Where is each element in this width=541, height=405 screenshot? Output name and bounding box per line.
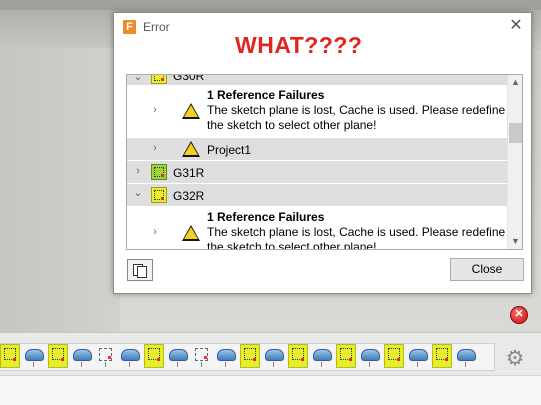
timeline-tick [33,362,34,367]
warning-icon: ! [182,103,200,119]
timeline-sketch-icon[interactable] [288,344,308,368]
gear-icon[interactable]: ⚙ [505,348,525,369]
copy-icon-page [137,266,147,278]
timeline-sketch-icon[interactable] [48,344,68,368]
timeline-tick [81,362,82,367]
warning-icon: ! [182,225,200,241]
tree-row-project[interactable]: › ! Project1 [127,138,507,160]
message-heading: 1 Reference Failures [207,88,325,102]
timeline-body-icon[interactable] [72,344,92,368]
tree-row-label: G31R [173,166,205,180]
timeline-tick [129,362,130,367]
timeline-body-icon[interactable] [264,344,284,368]
message-line: The sketch plane is lost, Cache is used.… [207,103,506,117]
dialog-title: Error [143,20,170,34]
error-icon[interactable]: ✕ [510,306,528,324]
scroll-up-icon[interactable]: ▲ [508,75,522,90]
chevron-right-icon[interactable]: › [149,142,161,154]
message-line: The sketch plane is lost, Cache is used.… [207,225,506,239]
chevron-down-icon[interactable]: ⌄ [132,75,144,83]
error-list-panel[interactable]: ⌄ G30R › ! 1 Reference Failures The sket… [126,74,523,250]
timeline-toolbar [0,332,541,375]
chevron-right-icon[interactable]: › [132,165,144,177]
timeline-body-icon[interactable] [216,344,236,368]
timeline-tick [321,362,322,367]
timeline-chamfer-icon[interactable] [96,344,116,368]
timeline-body-icon[interactable] [168,344,188,368]
chevron-right-icon[interactable]: › [149,104,161,116]
vertical-scrollbar[interactable]: ▲ ▼ [507,75,522,249]
tree-row-message[interactable]: › ! 1 Reference Failures The sketch plan… [127,86,507,136]
timeline-tick [369,362,370,367]
timeline-body-icon[interactable] [24,344,44,368]
close-icon[interactable]: ✕ [507,17,525,35]
chevron-right-icon[interactable]: › [149,226,161,238]
timeline-body-icon[interactable] [120,344,140,368]
timeline-sketch-icon[interactable] [432,344,452,368]
sketch-icon [151,164,167,180]
timeline-body-icon[interactable] [408,344,428,368]
message-heading: 1 Reference Failures [207,210,325,224]
app-logo-icon: F [123,20,136,34]
annotation-text: WHAT???? [235,32,363,58]
timeline-tick [105,362,106,367]
timeline-body-icon[interactable] [360,344,380,368]
timeline-tick [201,362,202,367]
timeline-tick [225,362,226,367]
timeline-sketch-icon[interactable] [240,344,260,368]
timeline-tick [417,362,418,367]
scroll-down-icon[interactable]: ▼ [508,234,522,249]
sketch-icon [151,75,167,84]
viewport-model-shadow [0,48,120,332]
timeline-sketch-icon[interactable] [384,344,404,368]
tree-row-label: G32R [173,189,205,203]
tree-row-sketch[interactable]: ⌄ G32R [127,184,507,206]
message-line: the sketch to select other plane! [207,240,377,249]
timeline-sketch-icon[interactable] [144,344,164,368]
status-bar [0,375,541,405]
copy-button[interactable] [127,259,153,281]
error-tree: ⌄ G30R › ! 1 Reference Failures The sket… [127,75,507,249]
sketch-icon [151,187,167,203]
timeline-tick [177,362,178,367]
timeline-chamfer-icon[interactable] [192,344,212,368]
tree-row-label: Project1 [207,143,252,157]
timeline-body-icon[interactable] [456,344,476,368]
tree-row-message[interactable]: › ! 1 Reference Failures The sketch plan… [127,208,507,249]
message-line: the sketch to select other plane! [207,118,377,132]
tree-row-sketch[interactable]: ⌄ G30R [127,75,507,85]
scrollbar-thumb[interactable] [509,123,522,143]
timeline-tick [465,362,466,367]
timeline-sketch-icon[interactable] [0,344,20,368]
tree-row-sketch[interactable]: › G31R [127,161,507,183]
timeline-sketch-icon[interactable] [336,344,356,368]
viewport-top-edge [0,0,541,10]
chevron-down-icon[interactable]: ⌄ [132,186,144,199]
error-dialog: F Error ✕ WHAT???? ⌄ G30R › ! 1 Referenc… [113,12,532,294]
tree-row-label: G30R [173,75,205,83]
close-button[interactable]: Close [450,258,524,281]
timeline-body-icon[interactable] [312,344,332,368]
timeline-tick [273,362,274,367]
warning-icon: ! [182,141,200,157]
